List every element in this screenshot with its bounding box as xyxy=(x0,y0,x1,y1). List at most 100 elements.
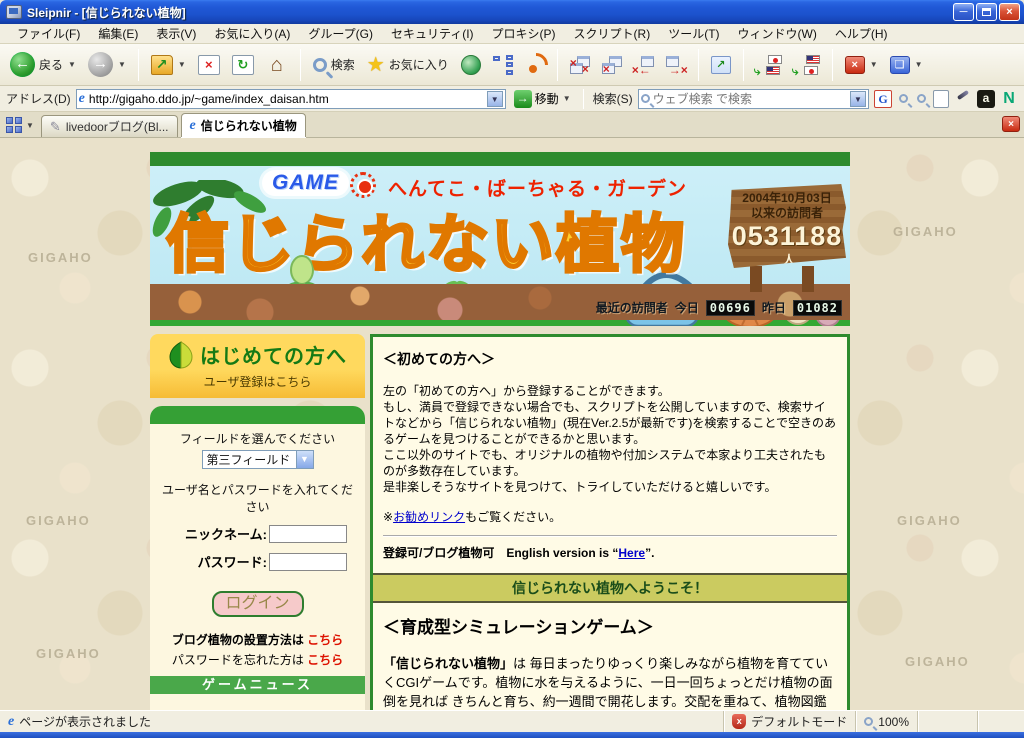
banner-top-bar xyxy=(150,152,850,166)
amazon-icon[interactable]: a xyxy=(977,89,995,108)
gigaho-watermark: GIGAHO xyxy=(905,654,970,669)
web-search-dropdown-icon[interactable]: ▼ xyxy=(850,90,866,107)
web-search-box[interactable]: ▼ xyxy=(637,88,869,109)
highlighter-icon[interactable] xyxy=(954,90,972,108)
address-bar: アドレス(D) e http://gigaho.ddo.jp/~game/ind… xyxy=(0,86,1024,112)
find-in-page-icon[interactable] xyxy=(933,89,949,108)
zoom-in-icon[interactable] xyxy=(899,94,908,103)
translate-en-ja-button[interactable]: ⤷ xyxy=(790,53,824,78)
menu-help[interactable]: ヘルプ(H) xyxy=(826,23,897,44)
close-left-icon: ×← xyxy=(632,55,654,77)
security-mode-section[interactable]: x デフォルトモード xyxy=(724,711,857,732)
close-right-tabs-button[interactable]: →× xyxy=(662,54,690,77)
feather-icon: ✎ xyxy=(49,118,61,134)
recommended-links-link[interactable]: お勧めリンク xyxy=(393,510,465,524)
url-text[interactable]: http://gigaho.ddo.jp/~game/index_daisan.… xyxy=(89,92,483,106)
restore-icon xyxy=(982,8,991,16)
explorer-bar-button[interactable] xyxy=(489,53,517,77)
close-other-tabs-button[interactable]: × xyxy=(598,54,626,76)
field-prompt: フィールドを選んでください xyxy=(179,432,336,446)
stop-button[interactable]: × xyxy=(194,53,224,77)
detach-window-button[interactable]: ↗ xyxy=(707,54,735,76)
login-button[interactable]: ログイン xyxy=(211,591,304,617)
status-empty-section xyxy=(978,711,1024,732)
home-icon: ⌂ xyxy=(270,53,283,76)
menu-edit[interactable]: 編集(E) xyxy=(89,23,147,44)
zoom-section[interactable]: 100% xyxy=(856,711,918,732)
url-box[interactable]: e http://gigaho.ddo.jp/~game/index_daisa… xyxy=(75,88,506,109)
select-arrow-icon[interactable]: ▼ xyxy=(295,451,313,468)
gigaho-watermark: GIGAHO xyxy=(897,513,962,528)
recent-visitors-label: 最近の訪問者 xyxy=(595,301,668,315)
nickname-field[interactable] xyxy=(269,524,347,543)
history-button[interactable] xyxy=(457,53,485,77)
tab-close-button[interactable]: × xyxy=(1002,116,1020,132)
password-field[interactable] xyxy=(269,552,347,571)
up-folder-button[interactable]: ▼ xyxy=(147,53,190,77)
zoom-out-icon[interactable] xyxy=(917,94,926,103)
home-button[interactable]: ⌂ xyxy=(262,53,292,77)
menu-window[interactable]: ウィンドウ(W) xyxy=(729,23,826,44)
minimize-button[interactable]: ─ xyxy=(953,3,974,21)
web-search-input[interactable] xyxy=(652,91,847,106)
netscape-icon[interactable]: N xyxy=(1000,90,1018,108)
menu-view[interactable]: 表示(V) xyxy=(147,23,205,44)
intro-paragraph-4: 是非楽しそうなサイトを見つけて、トライしていただけると嬉しいです。 xyxy=(383,480,777,494)
tab-livedoor-blog[interactable]: ✎ livedoorブログ(Bl... xyxy=(40,115,178,137)
close-tab-dropdown-icon[interactable]: ▼ xyxy=(870,60,878,69)
go-dropdown-icon[interactable]: ▼ xyxy=(563,94,571,103)
toolbar-separator xyxy=(831,48,833,81)
beginner-register-banner[interactable]: はじめての方へ ユーザ登録はこちら xyxy=(150,334,365,398)
favorites-button[interactable]: ★ お気に入り xyxy=(363,53,453,77)
blog-plant-link[interactable]: こちら xyxy=(307,633,343,647)
tab-list-button[interactable]: ▼ xyxy=(6,117,34,133)
back-button[interactable]: ← 戻る ▼ xyxy=(6,50,80,79)
forward-button[interactable]: → ▼ xyxy=(84,50,130,79)
restore-button[interactable] xyxy=(976,3,997,21)
folder-dropdown-icon[interactable]: ▼ xyxy=(178,60,186,69)
search-button[interactable]: 検索 xyxy=(309,54,359,75)
beginner-subtitle: ユーザ登録はこちら xyxy=(203,375,312,389)
tab-grid-dropdown-icon[interactable]: ▼ xyxy=(26,121,34,130)
close-all-tabs-button[interactable]: × × xyxy=(566,54,594,76)
new-window-dropdown-icon[interactable]: ▼ xyxy=(915,60,923,69)
google-icon[interactable]: G xyxy=(874,89,892,108)
forward-dropdown-icon[interactable]: ▼ xyxy=(118,60,126,69)
detach-icon: ↗ xyxy=(710,55,731,74)
rss-button[interactable] xyxy=(521,53,549,77)
close-left-tabs-button[interactable]: ×← xyxy=(630,54,658,77)
toolbar-separator xyxy=(137,48,139,81)
menu-security[interactable]: セキュリティ(I) xyxy=(382,23,483,44)
menu-proxy[interactable]: プロキシ(P) xyxy=(483,23,565,44)
url-dropdown-icon[interactable]: ▼ xyxy=(486,90,503,107)
toolbar-separator xyxy=(742,48,744,81)
menu-group[interactable]: グループ(G) xyxy=(299,23,382,44)
close-tab-button[interactable]: × ▼ xyxy=(841,54,882,76)
browser-window: Sleipnir - [信じられない植物] ─ × ファイル(F) 編集(E) … xyxy=(0,0,1024,738)
refresh-button[interactable]: ↻ xyxy=(228,53,258,77)
translate-ja-en-button[interactable]: ⤷ xyxy=(752,53,786,78)
menu-file[interactable]: ファイル(F) xyxy=(8,23,89,44)
menu-favorites[interactable]: お気に入り(A) xyxy=(205,23,299,44)
game-news-header: ゲームニュース xyxy=(150,676,365,694)
new-window-icon: ❏ xyxy=(889,55,910,74)
window-bottom-border xyxy=(0,732,1024,738)
new-window-button[interactable]: ❏ ▼ xyxy=(886,54,927,76)
divider xyxy=(383,535,837,537)
english-version-link[interactable]: Here xyxy=(618,546,645,560)
field-select[interactable]: 第三フィールド ▼ xyxy=(201,450,314,469)
login-panel: フィールドを選んでください 第三フィールド ▼ ユーザ名とパスワードを入れてくだ… xyxy=(150,406,365,710)
folder-up-icon xyxy=(150,54,173,75)
menu-script[interactable]: スクリプト(R) xyxy=(565,23,660,44)
tab-unbelievable-plants[interactable]: e 信じられない植物 xyxy=(180,113,306,137)
back-dropdown-icon[interactable]: ▼ xyxy=(68,60,76,69)
close-all-windows-icon: × × xyxy=(569,55,590,76)
menu-tools[interactable]: ツール(T) xyxy=(659,23,728,44)
site-title: 信じられない植物 xyxy=(165,209,686,282)
close-button[interactable]: × xyxy=(999,3,1020,21)
welcome-section: 信じられない植物へようこそ！ ＜育成型シミュレーションゲーム＞ 「信じられない植… xyxy=(373,573,847,710)
star-icon: ★ xyxy=(366,53,385,76)
forgot-password-link[interactable]: こちら xyxy=(307,653,343,667)
go-button[interactable]: → 移動 ▼ xyxy=(511,89,574,109)
security-shield-icon: x xyxy=(732,714,747,729)
